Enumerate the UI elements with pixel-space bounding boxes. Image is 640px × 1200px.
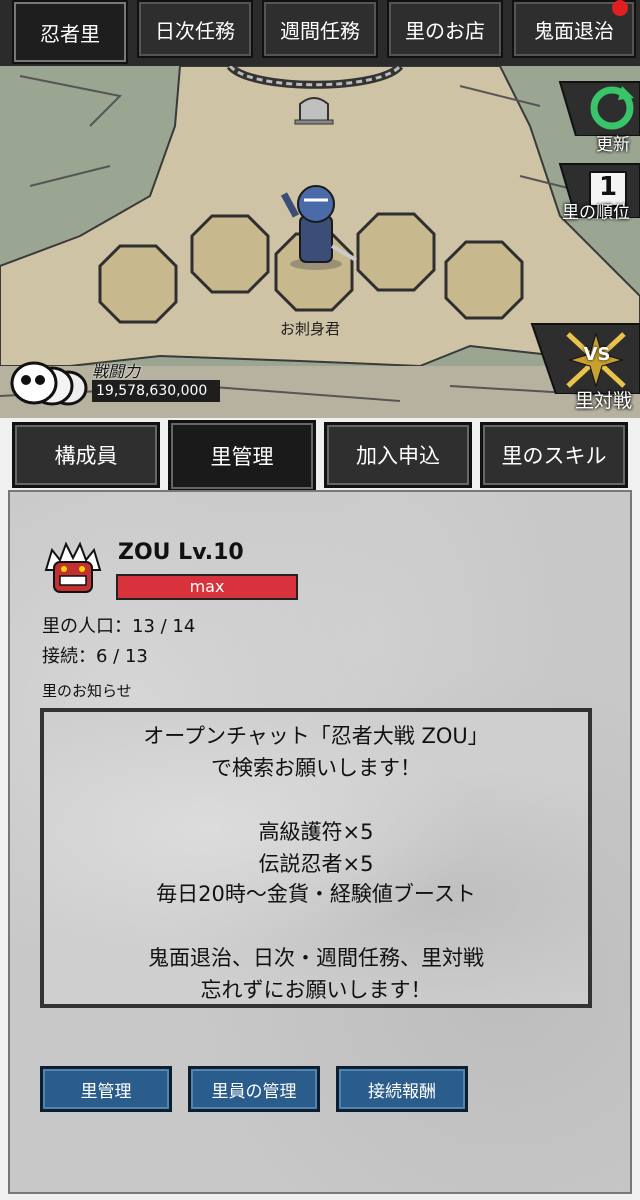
village-map: 更新 1 里の順位 VS 里対戦 お刺身君 戦闘力 19,578,630,000 xyxy=(0,66,640,418)
member-management-button[interactable]: 里員の管理 xyxy=(188,1066,320,1112)
stump-5 xyxy=(444,240,524,320)
village-management-button[interactable]: 里管理 xyxy=(40,1066,172,1112)
tab-oni-mask-hunt[interactable]: 鬼面退治 xyxy=(512,0,636,58)
refresh-button[interactable] xyxy=(556,76,640,137)
tab-daily-missions[interactable]: 日次任務 xyxy=(137,0,253,58)
tab-label: 里管理 xyxy=(210,445,274,469)
tab-label: 鬼面退治 xyxy=(534,18,614,43)
stump-2 xyxy=(190,214,270,294)
tab-weekly-missions[interactable]: 週間任務 xyxy=(262,0,378,58)
tab-label: 構成員 xyxy=(54,444,118,468)
notice-line: で検索お願いします！ xyxy=(211,756,421,780)
stump-1 xyxy=(98,244,178,324)
village-name-level: ZOU Lv.10 xyxy=(118,540,244,565)
exp-bar-label: max xyxy=(189,577,225,596)
refresh-icon xyxy=(558,81,640,137)
button-label: 里員の管理 xyxy=(211,1081,297,1102)
top-navigation: 忍者里 日次任務 週間任務 里のお店 鬼面退治 xyxy=(0,0,640,66)
exp-bar: max xyxy=(116,574,298,600)
population-text: 里の人口：13 / 14 xyxy=(42,616,196,637)
notice-line: 高級護符×5 xyxy=(258,820,374,844)
tab-village-management[interactable]: 里管理 xyxy=(168,420,316,492)
village-battle-button[interactable]: VS xyxy=(528,320,640,395)
refresh-label: 更新 xyxy=(596,135,630,155)
tab-village-skills[interactable]: 里のスキル xyxy=(480,422,628,488)
notification-dot xyxy=(612,0,628,16)
button-label: 里管理 xyxy=(80,1081,132,1102)
tab-label: 里のスキル xyxy=(501,444,607,468)
tab-ninja-village[interactable]: 忍者里 xyxy=(12,0,128,64)
connection-reward-button[interactable]: 接続報酬 xyxy=(336,1066,468,1112)
tab-label: 週間任務 xyxy=(280,18,360,43)
character-name: お刺身君 xyxy=(279,320,340,338)
tab-members[interactable]: 構成員 xyxy=(12,422,160,488)
rank-label: 里の順位 xyxy=(562,203,630,223)
notice-title: 里のお知らせ xyxy=(42,682,132,700)
tab-label: 忍者里 xyxy=(40,21,100,46)
skull-icon xyxy=(8,356,92,410)
notice-line: 忘れずにお願いします！ xyxy=(200,978,432,1002)
vs-label: VS xyxy=(583,344,611,365)
power-label: 戦闘力 xyxy=(92,362,141,381)
notice-line: オープンチャット「忍者大戦 ZOU」 xyxy=(143,724,489,748)
tab-village-shop[interactable]: 里のお店 xyxy=(387,0,503,58)
button-label: 接続報酬 xyxy=(368,1081,436,1102)
power-value: 19,578,630,000 xyxy=(92,380,220,402)
notice-line: 伝説忍者×5 xyxy=(258,852,374,876)
tab-label: 里のお店 xyxy=(405,18,485,43)
notice-line: 鬼面退治、日次・週間任務、里対戦 xyxy=(148,946,484,970)
battle-label: 里対戦 xyxy=(574,390,632,412)
notice-line: 毎日20時〜金貨・経験値ブースト xyxy=(156,882,476,906)
village-notice-box: オープンチャット「忍者大戦 ZOU」 で検索お願いします！ 高級護符×5 伝説忍… xyxy=(40,708,592,1008)
tab-label: 加入申込 xyxy=(356,444,440,468)
oni-mask-emblem-icon xyxy=(42,540,104,596)
tab-label: 日次任務 xyxy=(155,18,235,43)
tab-join-requests[interactable]: 加入申込 xyxy=(324,422,472,488)
stump-4 xyxy=(356,212,436,292)
connected-text: 接続：6 / 13 xyxy=(42,646,148,667)
